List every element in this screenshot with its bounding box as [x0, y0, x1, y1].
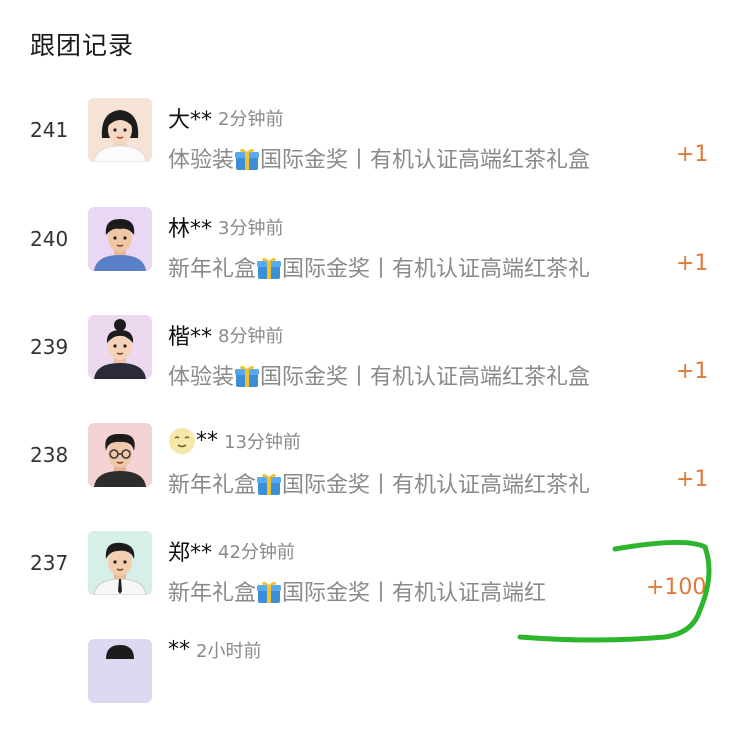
- avatar[interactable]: [88, 98, 152, 162]
- gift-icon: [257, 581, 282, 603]
- record-index: 241: [30, 118, 69, 142]
- gift-icon: [257, 257, 282, 279]
- record-time: 2分钟前: [218, 109, 284, 130]
- record-index: 240: [30, 227, 69, 251]
- gift-icon: [235, 365, 260, 387]
- avatar[interactable]: [88, 423, 152, 487]
- record-index: 238: [30, 443, 69, 467]
- avatar[interactable]: [88, 639, 152, 703]
- gift-icon: [257, 473, 282, 495]
- annotation-bracket: [517, 540, 712, 643]
- record-time: 13分钟前: [224, 432, 301, 453]
- product-detail: 国际金奖丨有机认证高端红: [282, 581, 547, 606]
- product-name: 新年礼盒 国际金奖丨有机认证高端红: [168, 575, 546, 607]
- avatar[interactable]: [88, 531, 152, 595]
- product-variant: 体验装: [168, 148, 235, 173]
- nickname: **: [196, 428, 218, 454]
- nickname: 楷**: [168, 325, 213, 350]
- record-index: 237: [30, 551, 69, 575]
- nickname: 大**: [168, 108, 213, 133]
- product-detail: 国际金奖丨有机认证高端红茶礼: [282, 473, 591, 498]
- quantity: +1: [676, 142, 709, 167]
- product-variant: 体验装: [168, 365, 235, 390]
- record-header: ** 2小时前: [168, 637, 261, 667]
- quantity: +1: [676, 251, 709, 276]
- section-title: 跟团记录: [30, 31, 135, 60]
- record-row[interactable]: 239 楷** 8分钟前 体验装 国际金奖丨有机认证高端红茶礼盒 +1: [0, 315, 730, 415]
- record-index: 239: [30, 335, 69, 359]
- product-name: 体验装 国际金奖丨有机认证高端红茶礼盒: [168, 142, 590, 174]
- record-row[interactable]: 241 大** 2分钟前 体验装 国际金奖丨有机认证高端红茶礼盒 +1: [0, 98, 730, 198]
- product-variant: 新年礼盒: [168, 581, 257, 606]
- quantity: +1: [676, 467, 709, 492]
- record-row[interactable]: 238 ** 13分钟前 新年礼盒 国际金奖丨有机认证高端红茶礼 +1: [0, 423, 730, 523]
- avatar[interactable]: [88, 207, 152, 271]
- record-row[interactable]: ** 2小时前: [0, 637, 730, 739]
- product-variant: 新年礼盒: [168, 473, 257, 498]
- quantity: +1: [676, 359, 709, 384]
- gift-icon: [235, 148, 260, 170]
- avatar[interactable]: [88, 315, 152, 379]
- product-name: 体验装 国际金奖丨有机认证高端红茶礼盒: [168, 359, 590, 391]
- product-detail: 国际金奖丨有机认证高端红茶礼盒: [260, 365, 591, 390]
- nickname: 郑**: [168, 541, 213, 566]
- record-header: 郑** 42分钟前: [168, 535, 295, 566]
- record-header: 楷** 8分钟前: [168, 319, 284, 350]
- record-row[interactable]: 240 林** 3分钟前 新年礼盒 国际金奖丨有机认证高端红茶礼 +1: [0, 207, 730, 307]
- product-name: 新年礼盒 国际金奖丨有机认证高端红茶礼: [168, 467, 590, 499]
- record-time: 3分钟前: [218, 218, 284, 239]
- nickname: **: [168, 637, 190, 663]
- record-header: 林** 3分钟前: [168, 211, 284, 242]
- record-time: 2小时前: [196, 641, 262, 662]
- product-name: 新年礼盒 国际金奖丨有机认证高端红茶礼: [168, 251, 590, 283]
- product-detail: 国际金奖丨有机认证高端红茶礼: [282, 257, 591, 282]
- smile-emoji-icon: [169, 428, 195, 454]
- nickname: 林**: [168, 217, 213, 242]
- product-variant: 新年礼盒: [168, 257, 257, 282]
- record-time: 42分钟前: [218, 542, 295, 563]
- record-time: 8分钟前: [218, 326, 284, 347]
- product-detail: 国际金奖丨有机认证高端红茶礼盒: [260, 148, 591, 173]
- record-header: ** 13分钟前: [168, 427, 301, 457]
- record-header: 大** 2分钟前: [168, 102, 284, 133]
